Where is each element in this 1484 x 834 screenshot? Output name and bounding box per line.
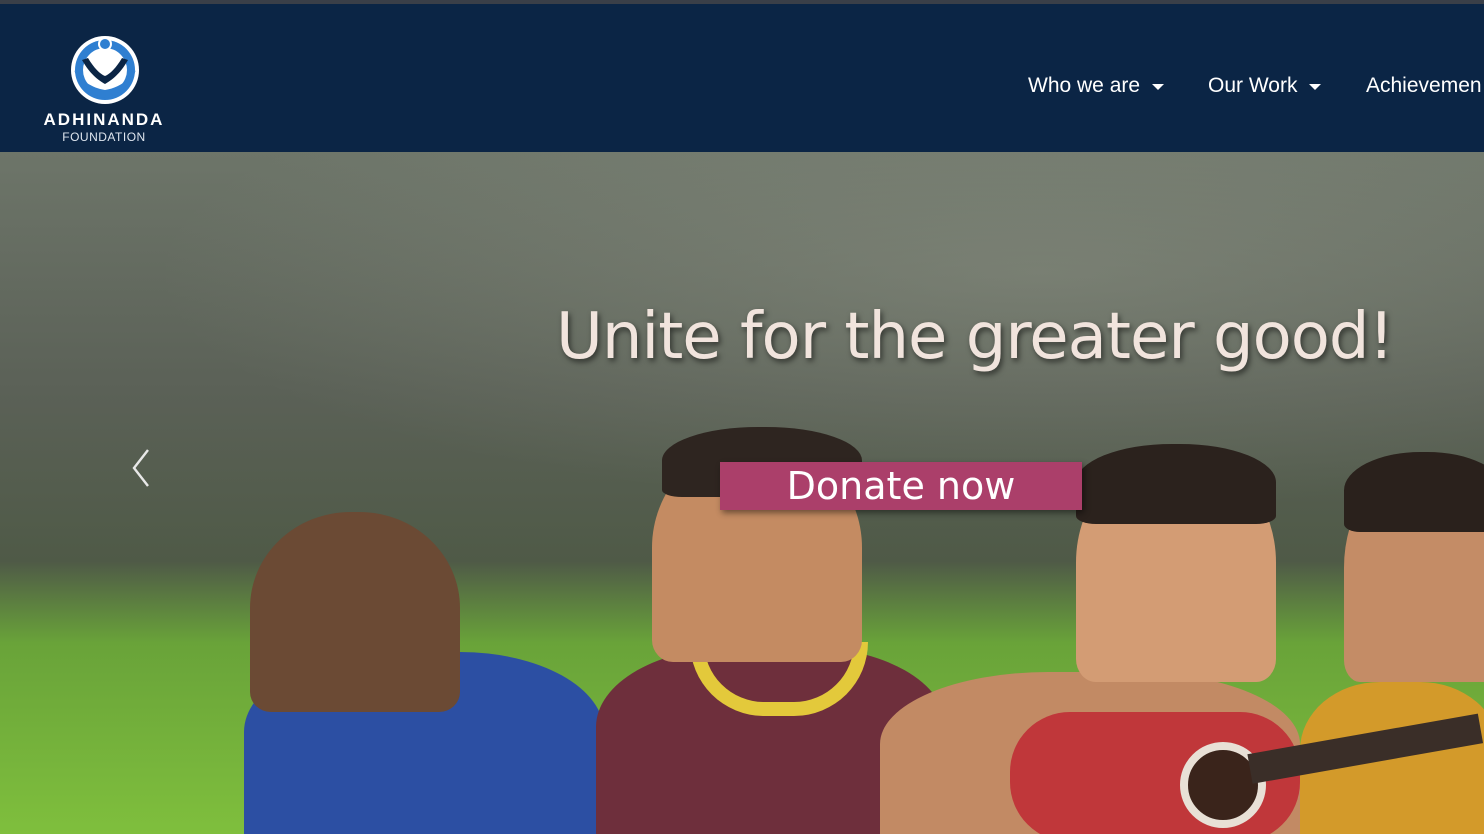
caret-down-icon — [1309, 84, 1322, 90]
nav-achievements[interactable]: Achievemen — [1366, 74, 1482, 98]
hero-headline: Unite for the greater good! — [556, 300, 1394, 374]
caret-down-icon — [1152, 84, 1165, 90]
donate-now-button[interactable]: Donate now — [720, 462, 1082, 510]
nav-who-we-are[interactable]: Who we are — [1028, 74, 1165, 98]
brand-subtitle: FOUNDATION — [62, 130, 146, 144]
nav-achievements-label: Achievemen — [1366, 74, 1482, 97]
logo[interactable]: ADHINANDA FOUNDATION — [28, 26, 180, 150]
hero-carousel: Unite for the greater good! Donate now — [0, 152, 1484, 834]
nav-who-we-are-label: Who we are — [1028, 74, 1141, 97]
brand-name: ADHINANDA — [43, 110, 165, 129]
foundation-logo-icon — [71, 36, 139, 104]
nav-our-work[interactable]: Our Work — [1208, 74, 1322, 98]
navbar: ADHINANDA FOUNDATION Who we are Our Work… — [0, 4, 1484, 152]
chevron-left-icon[interactable] — [128, 448, 156, 488]
nav-our-work-label: Our Work — [1208, 74, 1298, 97]
